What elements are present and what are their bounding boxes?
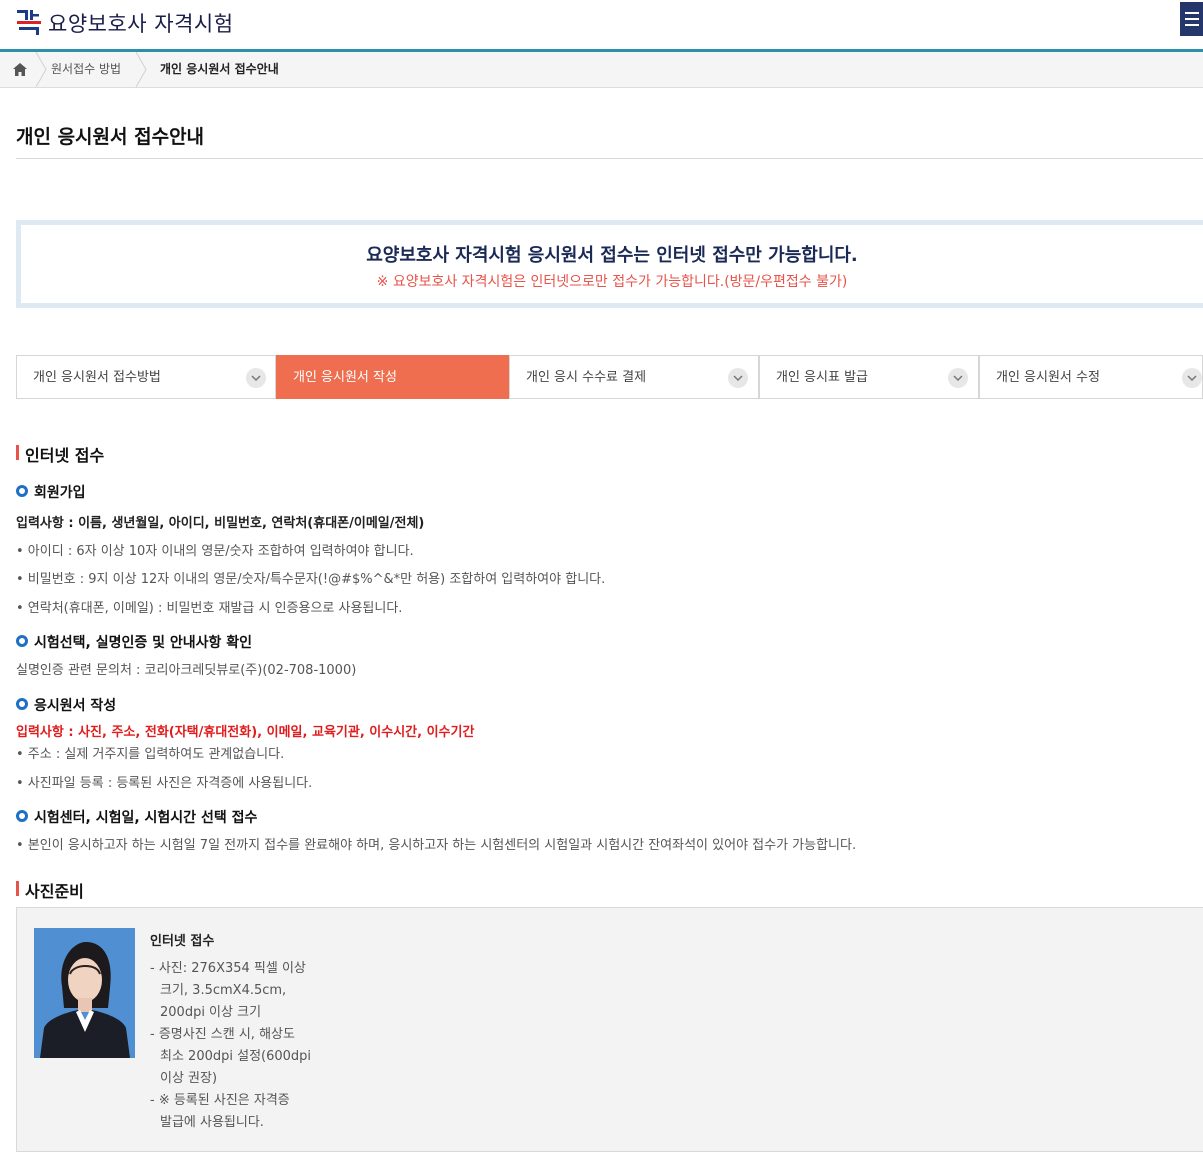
chevron-down-icon xyxy=(948,368,968,388)
subsection-title-text: 시험센터, 시험일, 시험시간 선택 접수 xyxy=(34,810,258,826)
page-title: 개인 응시원서 접수안내 xyxy=(16,126,205,148)
chevron-down-icon xyxy=(246,368,266,388)
subsection-title-text: 회원가입 xyxy=(34,485,86,501)
tab-label: 개인 응시원서 작성 xyxy=(293,370,397,385)
tab-exam-ticket[interactable]: 개인 응시표 발급 xyxy=(759,355,979,399)
section-title-photo: 사진준비 xyxy=(16,878,84,902)
breadcrumb: 원서접수 방법 개인 응시원서 접수안내 xyxy=(0,52,1203,88)
breadcrumb-item-current[interactable]: 개인 응시원서 접수안내 xyxy=(160,52,279,87)
photo-box-title: 인터넷 접수 xyxy=(150,934,215,949)
subsection-title-center: 시험센터, 시험일, 시험시간 선택 접수 xyxy=(16,807,257,827)
verify-contact-text: 실명인증 관련 문의처 : 코리아크레딧뷰로(주)(02-708-1000) xyxy=(16,663,357,678)
center-text: • 본인이 응시하고자 하는 시험일 7일 전까지 접수를 완료해야 하며, 응… xyxy=(16,838,857,853)
subsection-title-application: 응시원서 작성 xyxy=(16,695,116,715)
subsection-title-verify: 시험선택, 실명인증 및 안내사항 확인 xyxy=(16,632,252,652)
site-title[interactable]: 요양보호사 자격시험 xyxy=(48,8,234,38)
tab-label: 개인 응시원서 접수방법 xyxy=(33,370,161,385)
chevron-down-icon xyxy=(728,368,748,388)
subsection-title-signup: 회원가입 xyxy=(16,482,86,502)
logo-icon[interactable] xyxy=(16,8,42,36)
notice-sub-text: ※ 요양보호사 자격시험은 인터넷으로만 접수가 가능합니다.(방문/우편접수 … xyxy=(376,274,848,290)
notice-box: 요양보호사 자격시험 응시원서 접수는 인터넷 접수만 가능합니다. ※ 요양보… xyxy=(16,220,1203,308)
tab-application-edit[interactable]: 개인 응시원서 수정 xyxy=(979,355,1203,399)
photo-info-box: 인터넷 접수 - 사진: 276X354 픽셀 이상 크기, 3.5cmX4.5… xyxy=(16,907,1203,1152)
signup-bullet: • 비밀번호 : 9지 이상 12자 이내의 영문/숫자/특수문자(!@#$%^… xyxy=(16,572,606,587)
photo-requirement-line: 발급에 사용됩니다. xyxy=(160,1115,264,1130)
photo-requirement-line: 크기, 3.5cmX4.5cm, xyxy=(160,983,287,998)
breadcrumb-item-method[interactable]: 원서접수 방법 xyxy=(51,52,121,87)
sample-id-photo xyxy=(34,928,135,1058)
photo-requirement-line: - 증명사진 스캔 시, 해상도 xyxy=(150,1027,295,1042)
site-header: 요양보호사 자격시험 xyxy=(0,0,1203,52)
hamburger-menu-icon[interactable] xyxy=(1180,2,1203,36)
breadcrumb-separator-icon xyxy=(35,52,47,87)
photo-requirements: - 사진: 276X354 픽셀 이상 크기, 3.5cmX4.5cm, 200… xyxy=(150,958,311,1134)
tab-application-write[interactable]: 개인 응시원서 작성 xyxy=(276,355,509,399)
subsection-title-text: 응시원서 작성 xyxy=(34,698,117,714)
tab-label: 개인 응시표 발급 xyxy=(776,370,868,385)
photo-requirement-line: - 사진: 276X354 픽셀 이상 xyxy=(150,961,306,976)
photo-requirement-line: 이상 권장) xyxy=(160,1071,218,1086)
application-input-items: 입력사항 : 사진, 주소, 전화(자택/휴대전화), 이메일, 교육기관, 이… xyxy=(16,725,475,740)
title-divider xyxy=(16,158,1203,159)
circle-bullet-icon xyxy=(16,485,28,497)
circle-bullet-icon xyxy=(16,810,28,822)
signup-bullet: • 아이디 : 6자 이상 10자 이내의 영문/숫자 조합하여 입력하여야 합… xyxy=(16,544,414,559)
photo-requirement-line: - ※ 등록된 사진은 자격증 xyxy=(150,1093,290,1108)
tab-fee-payment[interactable]: 개인 응시 수수료 결제 xyxy=(509,355,759,399)
chevron-down-icon xyxy=(1182,368,1202,388)
breadcrumb-separator-icon xyxy=(135,52,147,87)
circle-bullet-icon xyxy=(16,635,28,647)
subsection-title-text: 시험선택, 실명인증 및 안내사항 확인 xyxy=(34,635,253,651)
section-title-internet: 인터넷 접수 xyxy=(16,442,104,466)
step-tabs: 개인 응시원서 접수방법 개인 응시원서 작성 개인 응시 수수료 결제 개인 … xyxy=(16,355,1203,399)
application-bullet: • 사진파일 등록 : 등록된 사진은 자격증에 사용됩니다. xyxy=(16,776,313,791)
tab-application-method[interactable]: 개인 응시원서 접수방법 xyxy=(16,355,276,399)
application-bullet: • 주소 : 실제 거주지를 입력하여도 관계없습니다. xyxy=(16,747,285,762)
photo-requirement-line: 200dpi 이상 크기 xyxy=(160,1005,262,1020)
tab-label: 개인 응시원서 수정 xyxy=(996,370,1100,385)
signup-bullet: • 연락처(휴대폰, 이메일) : 비밀번호 재발급 시 인증용으로 사용됩니다… xyxy=(16,601,403,616)
tab-label: 개인 응시 수수료 결제 xyxy=(526,370,647,385)
notice-main-text: 요양보호사 자격시험 응시원서 접수는 인터넷 접수만 가능합니다. xyxy=(366,245,858,266)
photo-requirement-line: 최소 200dpi 설정(600dpi xyxy=(160,1049,312,1064)
circle-bullet-icon xyxy=(16,698,28,710)
signup-input-items: 입력사항 : 이름, 생년월일, 아이디, 비밀번호, 연락처(휴대폰/이메일/… xyxy=(16,516,425,531)
